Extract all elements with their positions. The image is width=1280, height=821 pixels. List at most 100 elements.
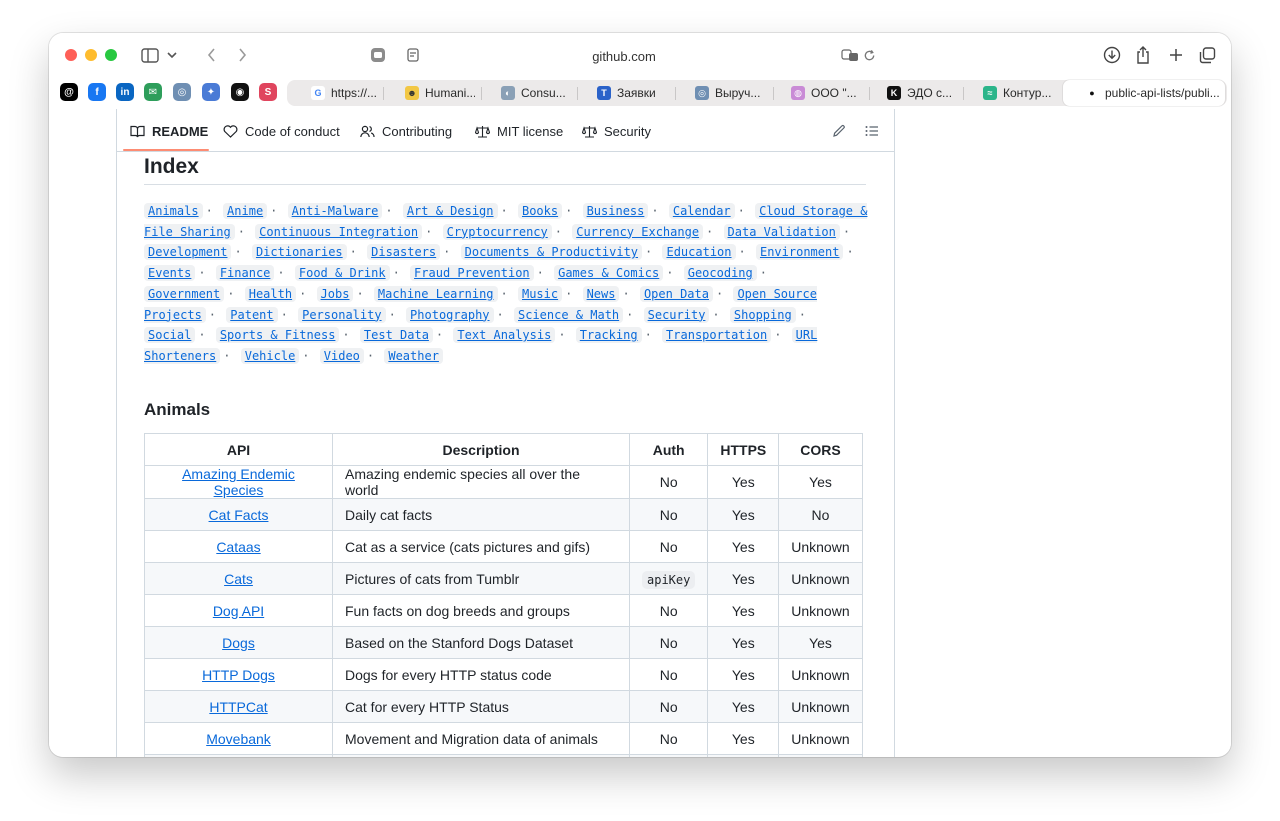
index-link[interactable]: Games & Comics [554,265,664,282]
tab-readme[interactable]: README [130,123,208,139]
facebook-icon[interactable]: f [88,83,106,101]
cell-description-text: Pictures of cats from Tumblr [345,570,520,587]
index-link[interactable]: Business [582,203,649,219]
threads-icon[interactable]: @ [60,83,78,101]
translate-icon[interactable] [839,43,861,67]
tab-license[interactable]: MIT license [475,123,563,139]
api-link[interactable]: HTTPCat [209,699,267,715]
api-link[interactable]: Movebank [206,731,271,747]
globe-icon[interactable]: ◎ [173,83,191,101]
index-link[interactable]: Personality [298,306,386,323]
api-link[interactable]: Dog API [213,603,264,619]
cell-cors: Unknown [778,690,863,723]
index-link[interactable]: Patent [226,306,278,323]
api-link[interactable]: HTTP Dogs [202,667,275,683]
index-link[interactable]: Social [144,327,196,344]
index-link[interactable]: Tracking [575,327,642,344]
index-link[interactable]: Transportation [662,327,772,344]
index-link[interactable]: Data Validation [723,223,840,240]
index-link[interactable]: Geocoding [683,265,757,282]
reload-icon[interactable] [860,43,878,67]
index-link[interactable]: Music [517,285,563,302]
index-link[interactable]: Jobs [316,285,354,302]
index-link[interactable]: Food & Drink [294,265,390,282]
index-link[interactable]: Fraud Prevention [410,265,534,282]
mail-icon[interactable]: ✉ [144,83,162,101]
tab-contributing[interactable]: Contributing [360,123,452,139]
tab-consu[interactable]: ◐ Consu... [501,80,571,106]
index-link[interactable]: Disasters [367,244,441,261]
index-link[interactable]: Documents & Productivity [460,244,643,261]
index-link[interactable]: Anti-Malware [287,203,383,219]
tab-google[interactable]: Ghttps://... [311,80,381,106]
index-link[interactable]: Weather [384,347,443,364]
tab-overview-icon[interactable] [1196,43,1218,67]
index-link[interactable]: Open Data [639,285,713,302]
index-link[interactable]: Events [144,265,196,282]
index-link[interactable]: Video [319,347,364,364]
linkedin-icon[interactable]: in [116,83,134,101]
slack-icon[interactable]: S [259,83,277,101]
api-link[interactable]: Cataas [216,539,260,555]
close-window-button[interactable] [65,49,77,61]
index-link[interactable]: Security [643,306,710,323]
tab-public-api-lists[interactable]: ● public-api-lists/publi... [1063,80,1225,106]
index-link[interactable]: Anime [223,203,268,219]
law-icon [475,125,490,138]
chevron-down-icon[interactable] [165,43,179,67]
tab-kontur[interactable]: ≈ Контур... [983,80,1059,106]
index-link[interactable]: Vehicle [240,347,300,364]
download-icon[interactable] [1101,43,1123,67]
index-link[interactable]: Shopping [729,306,796,323]
index-link[interactable]: Environment [755,244,844,261]
share-icon[interactable] [1132,43,1154,67]
pencil-icon[interactable] [832,123,853,139]
address-bar[interactable]: github.com [359,42,889,70]
cell-auth-text: No [659,730,678,747]
index-link[interactable]: Test Data [359,327,433,344]
cell-auth: OAuth [628,754,709,757]
outline-list-icon[interactable] [865,123,886,139]
index-link[interactable]: Machine Learning [373,285,498,302]
tab-code-of-conduct[interactable]: Code of conduct [223,123,340,139]
tab-humani[interactable]: ☻ Humani... [405,80,475,106]
index-link[interactable]: Sports & Fitness [215,327,340,344]
openai-icon[interactable]: ◉ [231,83,249,101]
index-link[interactable]: Books [517,203,563,219]
tab-security[interactable]: Security [582,123,651,139]
index-link[interactable]: Dictionaries [251,244,347,261]
tab-edo[interactable]: K ЭДО с... [887,80,957,106]
index-link[interactable]: Currency Exchange [572,223,704,240]
cell-https: Yes [707,465,780,499]
index-link[interactable]: Art & Design [402,203,498,219]
cell-description: Adoption [332,754,630,757]
index-link[interactable]: Science & Math [514,306,624,323]
forward-icon[interactable] [232,43,252,67]
index-link[interactable]: Animals [144,203,203,219]
tab-zayavki[interactable]: T Заявки [597,80,667,106]
tab-divider [963,87,964,100]
minimize-window-button[interactable] [85,49,97,61]
back-icon[interactable] [201,43,221,67]
api-link[interactable]: Dogs [222,635,255,651]
index-link[interactable]: Finance [215,265,275,282]
gemini-icon[interactable]: ✦ [202,83,220,101]
index-link[interactable]: Government [144,285,225,302]
index-link[interactable]: Education [662,244,736,261]
index-link[interactable]: Photography [406,306,494,323]
zoom-window-button[interactable] [105,49,117,61]
index-link[interactable]: Development [144,244,232,261]
api-link[interactable]: Amazing Endemic Species [182,466,295,498]
index-link[interactable]: Health [244,285,297,302]
index-link[interactable]: Text Analysis [453,327,556,344]
tab-ooo[interactable]: ◍ ООО "... [791,80,863,106]
index-link[interactable]: Continuous Integration [255,223,423,240]
api-link[interactable]: Cats [224,571,253,587]
index-link[interactable]: News [582,285,620,302]
tab-vyruch[interactable]: ◎ Выруч... [695,80,771,106]
new-tab-icon[interactable] [1165,43,1187,67]
api-link[interactable]: Cat Facts [209,507,269,523]
index-link[interactable]: Calendar [668,203,735,219]
sidebar-icon[interactable] [139,43,161,67]
index-link[interactable]: Cryptocurrency [442,223,552,240]
